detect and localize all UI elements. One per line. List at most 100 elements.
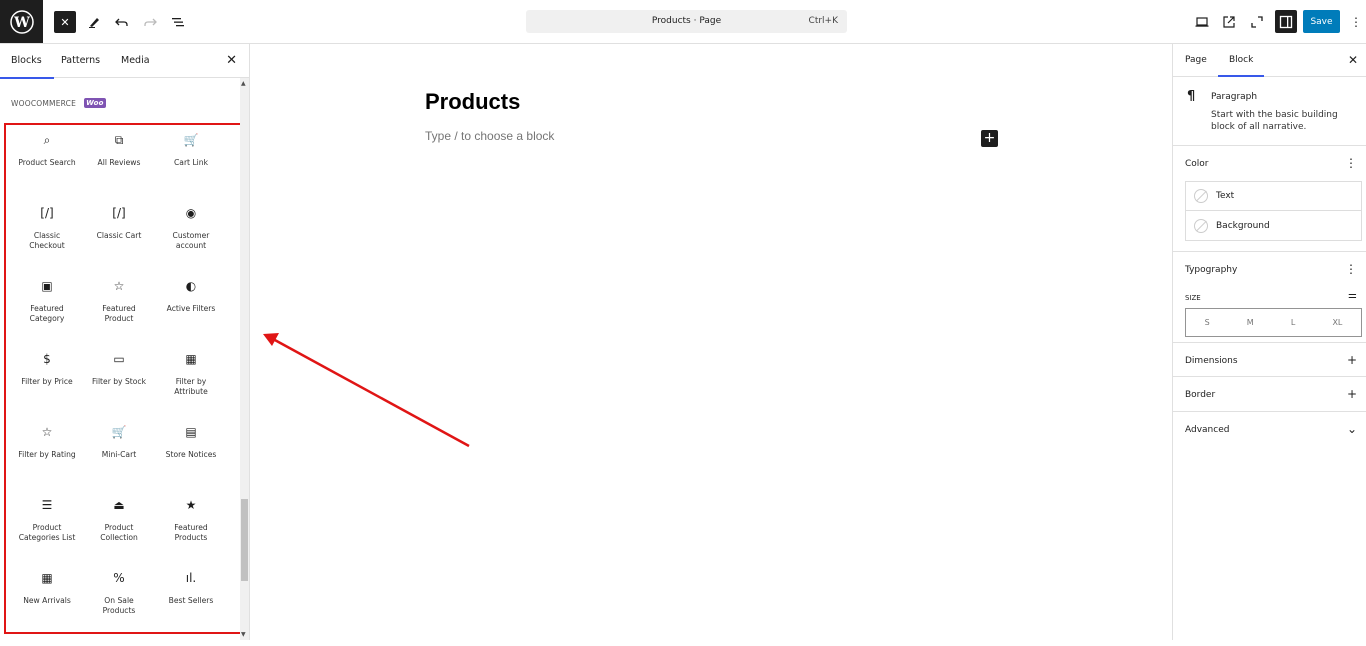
block-item[interactable]: ⌕ Product Search: [11, 130, 83, 190]
chevron-down-icon[interactable]: ⌄: [1347, 422, 1357, 436]
custom-size-settings-icon[interactable]: ⚌: [1348, 290, 1357, 301]
redo-icon: [144, 18, 157, 26]
block-item[interactable]: [/] Classic Checkout: [11, 203, 83, 263]
collection-icon: ⏏: [113, 498, 125, 512]
cart-icon: 🛒: [183, 133, 199, 147]
settings-sidebar-toggle[interactable]: [1275, 10, 1297, 33]
block-item-label: Best Sellers: [168, 596, 214, 605]
list-icon: ☰: [41, 498, 53, 512]
close-inserter-icon[interactable]: ✕: [226, 53, 237, 68]
block-item[interactable]: % On Sale Products: [83, 568, 155, 628]
block-item[interactable]: $ Filter by Price: [11, 349, 83, 409]
block-item[interactable]: ☆ Featured Product: [83, 276, 155, 336]
folder-star-icon: ▣: [41, 279, 53, 293]
tab-page[interactable]: Page: [1185, 55, 1207, 65]
reviews-icon: ⧉: [114, 132, 124, 147]
block-item[interactable]: ▦ New Arrivals: [11, 568, 83, 628]
search-icon: ⌕: [43, 132, 51, 147]
block-card: ¶ Paragraph Start with the basic buildin…: [1173, 78, 1366, 146]
block-item[interactable]: 🛒 Cart Link: [155, 130, 227, 190]
annotation-arrow: [263, 333, 470, 448]
block-item[interactable]: ◉ Customer account: [155, 203, 227, 263]
block-item[interactable]: ☆ Filter by Rating: [11, 422, 83, 482]
redo-button[interactable]: [138, 10, 162, 34]
block-item[interactable]: ⏏ Product Collection: [83, 495, 155, 555]
size-option-m[interactable]: M: [1247, 318, 1254, 327]
advanced-panel-title: Advanced: [1185, 425, 1230, 435]
close-inserter-button[interactable]: ✕: [54, 11, 76, 33]
tab-patterns[interactable]: Patterns: [61, 55, 100, 66]
options-menu-button[interactable]: ⋮: [1344, 10, 1366, 34]
toggle-icon: ◐: [185, 279, 197, 293]
shortcut-hint: Ctrl+K: [808, 16, 838, 26]
size-option-xl[interactable]: XL: [1332, 318, 1342, 327]
advanced-panel[interactable]: Advanced ⌄: [1173, 412, 1366, 446]
dimensions-panel-title: Dimensions: [1185, 356, 1238, 366]
block-item-label: Featured Products: [174, 523, 208, 542]
desktop-icon: [1195, 17, 1209, 27]
block-item[interactable]: ⧉ All Reviews: [83, 130, 155, 190]
tools-button[interactable]: [82, 10, 106, 34]
size-option-s[interactable]: S: [1205, 318, 1210, 327]
block-item-label: Product Search: [18, 158, 76, 167]
fullscreen-icon: [1251, 16, 1263, 28]
svg-text:W: W: [13, 15, 30, 31]
color-options-list: Text Background: [1185, 181, 1362, 241]
command-palette-button[interactable]: Products · Page Ctrl+K: [526, 10, 847, 33]
close-settings-icon[interactable]: ✕: [1348, 53, 1358, 67]
block-item[interactable]: 🛒 Mini-Cart: [83, 422, 155, 482]
plus-icon[interactable]: +: [1347, 353, 1357, 367]
save-button[interactable]: Save: [1303, 10, 1340, 33]
dimensions-panel[interactable]: Dimensions +: [1173, 343, 1366, 377]
star-outline-icon: ☆: [113, 279, 125, 293]
plus-icon[interactable]: +: [1347, 387, 1357, 401]
block-item-label: Product Categories List: [18, 523, 76, 542]
block-item[interactable]: ▭ Filter by Stock: [83, 349, 155, 409]
fullscreen-button[interactable]: [1245, 10, 1269, 34]
notice-icon: ▤: [185, 425, 197, 439]
block-item[interactable]: ▤ Store Notices: [155, 422, 227, 482]
paragraph-icon: ¶: [1187, 89, 1196, 104]
section-title: WOOCOMMERCE: [11, 98, 77, 108]
view-page-button[interactable]: [1217, 10, 1241, 34]
block-item[interactable]: ◐ Active Filters: [155, 276, 227, 336]
block-item-label: Store Notices: [165, 450, 217, 459]
block-item-label: New Arrivals: [23, 596, 71, 605]
woocommerce-section-header: WOOCOMMERCE Woo: [11, 98, 106, 108]
block-inserter-panel: Blocks Patterns Media ✕ WOOCOMMERCE Woo …: [0, 44, 250, 640]
color-options-icon[interactable]: ⋮: [1345, 156, 1357, 170]
editor-canvas: Products Type / to choose a block +: [251, 44, 1172, 640]
text-color-option[interactable]: Text: [1186, 182, 1361, 211]
block-item-label: Classic Cart: [96, 231, 142, 240]
block-description: Start with the basic building block of a…: [1211, 110, 1338, 132]
external-link-icon: [1223, 16, 1235, 28]
block-item[interactable]: ▣ Featured Category: [11, 276, 83, 336]
block-item[interactable]: ▦ Filter by Attribute: [155, 349, 227, 409]
block-item[interactable]: ★ Featured Products: [155, 495, 227, 555]
border-panel[interactable]: Border +: [1173, 377, 1366, 412]
scrollbar-thumb[interactable]: [241, 499, 248, 581]
block-item[interactable]: ıl. Best Sellers: [155, 568, 227, 628]
block-item[interactable]: [/] Classic Cart: [83, 203, 155, 263]
undo-button[interactable]: [110, 10, 134, 34]
sidebar-icon: [1279, 15, 1293, 28]
block-item[interactable]: ☰ Product Categories List: [11, 495, 83, 555]
inserter-scrollbar[interactable]: ▲ ▼: [240, 78, 249, 640]
user-circle-icon: ◉: [185, 206, 197, 220]
block-name: Paragraph: [1211, 92, 1258, 102]
background-color-option[interactable]: Background: [1186, 211, 1361, 240]
tab-block[interactable]: Block: [1217, 55, 1265, 77]
undo-icon: [115, 18, 128, 26]
wordpress-logo-button[interactable]: W: [0, 0, 43, 43]
size-option-l[interactable]: L: [1291, 318, 1295, 327]
typography-options-icon[interactable]: ⋮: [1345, 262, 1357, 276]
typography-panel-title: Typography: [1185, 265, 1238, 275]
tab-blocks[interactable]: Blocks: [0, 55, 54, 79]
document-overview-button[interactable]: [166, 10, 190, 34]
tab-media[interactable]: Media: [121, 55, 150, 66]
arrow-head-icon: [263, 333, 279, 346]
block-item-label: Featured Product: [102, 304, 136, 323]
scroll-down-icon[interactable]: ▼: [241, 631, 246, 638]
device-preview-button[interactable]: [1190, 10, 1214, 34]
scroll-up-icon[interactable]: ▲: [241, 80, 246, 87]
